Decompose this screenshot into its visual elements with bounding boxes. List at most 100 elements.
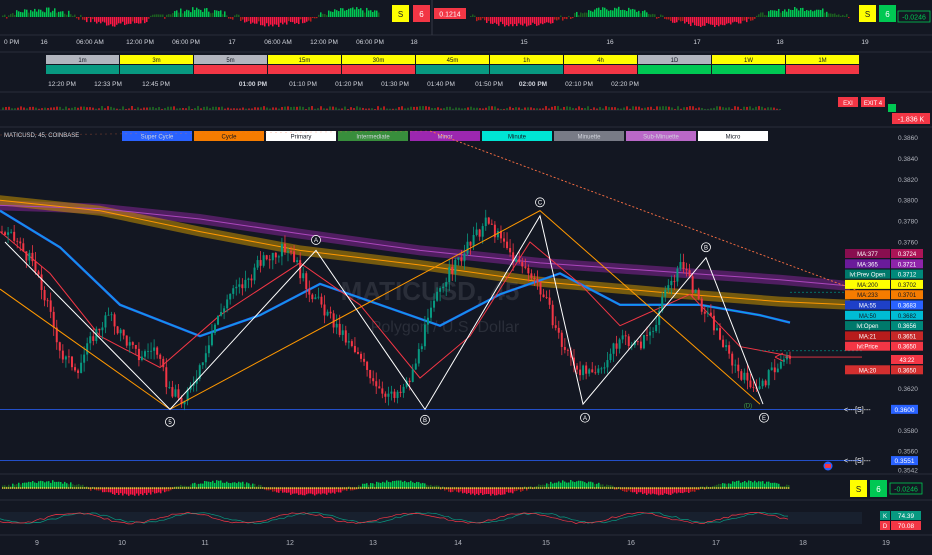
osc-dot [429,487,432,489]
osc-dot [37,487,40,489]
candle-body [381,388,384,394]
time-axis-2-label: 01:20 PM [335,81,363,88]
wave-label-text: B [704,246,708,252]
candle-body [34,261,37,272]
osc-bar [64,481,66,488]
osc-dot [239,487,242,489]
osc-bar [44,12,46,17]
osc-bar [400,480,402,488]
candle-body [19,241,22,244]
osc-bar [336,10,338,17]
candle-body [290,251,293,253]
osc-bar [734,481,736,488]
change-value-right: -0.0246 [902,15,926,22]
osc-bar [246,482,248,488]
osc-dot [673,487,676,489]
osc-dot [259,487,262,489]
osc-bar [736,17,738,23]
candle-body [439,288,442,292]
osc-bar [644,10,646,17]
candle-body [600,368,603,370]
osc-bar [754,17,756,19]
osc-bar [778,8,780,17]
osc-bar [546,17,548,23]
volume-bar [524,107,526,110]
osc-bar [496,17,498,25]
osc-bar [22,12,24,17]
osc-dot [773,487,776,489]
osc-bar [756,15,758,17]
osc-bar [722,17,724,26]
osc-bar [504,17,506,27]
candle-body [226,299,229,309]
osc-dot [615,487,618,489]
osc-bar [612,10,614,17]
osc-dot [477,487,480,489]
osc-dot [391,487,394,489]
volume-bar [89,107,91,110]
osc-bar [676,17,678,23]
osc-dot [425,487,428,489]
candle-body [204,353,207,363]
osc-bar [318,488,320,494]
ma-label-name: MA:20 [859,368,877,374]
osc-bar [558,481,560,488]
osc-bar [368,10,370,17]
osc-bar [28,12,30,17]
osc-bar [112,488,114,495]
osc-bar [714,17,716,28]
osc-bar [56,481,58,488]
osc-bar [296,17,298,23]
osc-bar [698,17,700,27]
osc-dot [723,487,726,489]
osc-bar [294,488,296,494]
osc-dot [651,487,654,489]
volume-bar [287,106,289,110]
volume-bar [188,106,190,110]
osc-dot [71,487,74,489]
osc-bar [694,17,696,26]
osc-dot [621,487,624,489]
osc-bar [138,17,140,24]
volume-bar [428,106,430,110]
chart-canvas[interactable]: 0 PM 16 06:00 AM 12:00 PM 06:00 PM 17 06:00 AM… [0,0,932,550]
osc-bar [534,17,536,24]
candle-body [393,391,396,398]
candle-body [375,381,378,387]
exit-badge-b-text: EXIT 4 [864,101,883,107]
time-axis-2-label: 02:10 PM [565,81,593,88]
volume-bar [266,107,268,110]
osc-bar [790,9,792,17]
timeframe-label: 45m [447,58,459,64]
osc-bar [820,10,822,17]
volume-bar [32,106,34,110]
candle-body [719,328,722,340]
osc-bar [490,17,492,24]
osc-dot [671,487,674,489]
candle-body [22,243,25,252]
osc-bar [106,17,108,26]
candle-body [521,262,524,267]
osc-dot [529,487,532,489]
osc-dot [511,487,514,489]
osc-bar [10,13,12,17]
osc-dot [693,487,696,489]
osc-dot [753,487,756,489]
osc-bar [494,17,496,23]
osc-bar [108,17,110,26]
candle-body [134,344,137,349]
osc-bar [140,17,142,24]
candle-body [728,345,731,354]
timeframe-trend [638,65,711,74]
osc-bar [550,17,552,24]
top-time-label: 06:00 AM [264,39,291,46]
osc-bar [20,11,22,17]
osc-dot [599,487,602,489]
candle-body [153,347,156,351]
osc-bar [580,480,582,488]
osc-bar [538,17,540,26]
osc-bar [650,488,652,495]
osc-dot [607,487,610,489]
candle-body [150,350,153,352]
osc-dot [19,487,22,489]
